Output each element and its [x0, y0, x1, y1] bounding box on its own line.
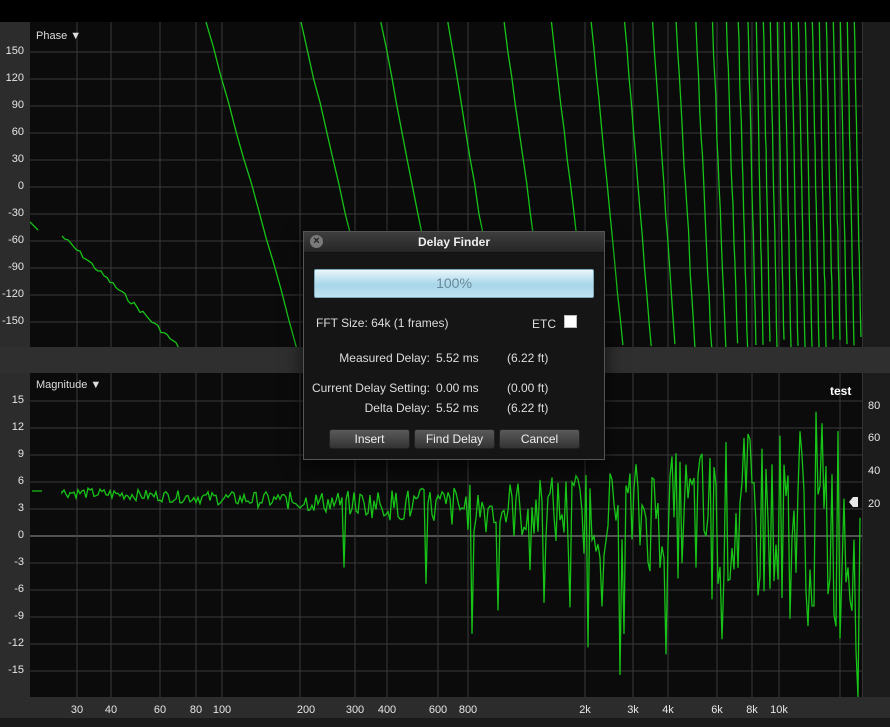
cancel-button[interactable]: Cancel	[499, 429, 580, 449]
measured-delay-label: Measured Delay:	[339, 351, 430, 365]
phase-trace	[853, 22, 862, 338]
magnitude-x-tick-6: 300	[345, 704, 365, 716]
magnitude-x-tick-2: 60	[153, 704, 167, 716]
phase-trace	[804, 22, 813, 347]
etc-label: ETC	[532, 317, 556, 331]
phase-trace	[711, 22, 727, 347]
measured-delay-ft: (6.22 ft)	[507, 351, 549, 365]
magnitude-x-tick-10: 2k	[579, 704, 591, 716]
phase-trace	[825, 22, 834, 340]
magnitude-y-tick-4: 3	[17, 502, 24, 514]
magnitude-right-tick-2: 40	[868, 465, 881, 477]
magnitude-x-tick-14: 8k	[746, 704, 758, 716]
delta-delay-label: Delta Delay:	[364, 401, 430, 415]
phase-trace	[623, 22, 652, 347]
delta-delay-ft: (6.22 ft)	[507, 401, 549, 415]
current-delay-ms: 0.00 ms	[436, 381, 479, 395]
phase-trace	[755, 22, 764, 345]
phase-y-tick-0: 150	[5, 45, 24, 57]
phase-trace	[797, 22, 806, 347]
phase-trace	[846, 22, 855, 346]
dialog-title-bar: × Delay Finder	[304, 232, 604, 253]
close-icon[interactable]: ×	[310, 235, 323, 248]
delta-delay-ms: 5.52 ms	[436, 401, 479, 415]
phase-trace	[832, 22, 841, 340]
insert-button[interactable]: Insert	[329, 429, 410, 449]
phase-trace	[811, 22, 820, 347]
magnitude-x-tick-11: 3k	[627, 704, 639, 716]
phase-trace	[205, 22, 297, 347]
magnitude-y-tick-9: -12	[8, 637, 24, 649]
phase-y-tick-9: -120	[2, 288, 25, 300]
magnitude-y-tick-2: 9	[17, 448, 24, 460]
phase-trace	[651, 22, 676, 345]
magnitude-x-tick-8: 600	[428, 704, 448, 716]
phase-y-tick-1: 120	[5, 72, 24, 84]
magnitude-x-tick-1: 40	[104, 704, 118, 716]
phase-y-tick-3: 60	[11, 126, 24, 138]
phase-y-tick-2: 90	[11, 99, 24, 111]
current-delay-ft: (0.00 ft)	[507, 381, 549, 395]
phase-trace	[818, 22, 827, 347]
phase-y-tick-6: -30	[8, 207, 24, 219]
magnitude-y-tick-10: -15	[8, 664, 24, 676]
magnitude-x-tick-9: 800	[458, 704, 478, 716]
series-tag: test	[830, 384, 852, 398]
phase-trace	[776, 22, 785, 340]
magnitude-x-tick-0: 30	[70, 704, 84, 716]
dialog-title: Delay Finder	[417, 235, 491, 249]
phase-trace	[839, 22, 848, 345]
phase-y-tick-10: -150	[2, 315, 25, 327]
magnitude-right-tick-1: 60	[868, 432, 881, 444]
phase-y-tick-7: -60	[8, 234, 24, 246]
fft-size-label: FFT Size: 64k (1 frames)	[316, 316, 449, 330]
phase-y-tick-4: 30	[11, 153, 24, 165]
magnitude-y-tick-3: 6	[17, 475, 24, 487]
phase-y-tick-5: 0	[17, 180, 24, 192]
magnitude-x-tick-3: 80	[189, 704, 203, 716]
magnitude-y-tick-1: 12	[11, 421, 24, 433]
magnitude-y-tick-8: -9	[14, 610, 24, 622]
etc-checkbox[interactable]	[564, 315, 577, 328]
phase-trace	[675, 22, 696, 347]
magnitude-right-tick-0: 80	[868, 400, 881, 412]
phase-trace	[762, 22, 771, 342]
magnitude-x-tick-12: 4k	[662, 704, 674, 716]
magnitude-y-tick-0: 15	[11, 394, 24, 406]
phase-trace	[695, 22, 713, 347]
magnitude-y-tick-5: 0	[17, 529, 24, 541]
measured-delay-ms: 5.52 ms	[436, 351, 479, 365]
level-handle-icon[interactable]	[847, 496, 859, 508]
phase-trace	[769, 22, 778, 347]
magnitude-y-tick-7: -6	[14, 583, 24, 595]
magnitude-y-tick-6: -3	[14, 556, 24, 568]
magnitude-x-tick-15: 10k	[770, 704, 788, 716]
phase-trace	[783, 22, 792, 347]
magnitude-x-tick-4: 100	[212, 704, 232, 716]
phase-trace	[737, 22, 749, 347]
phase-trace	[790, 22, 799, 346]
progress-label: 100%	[436, 275, 472, 291]
phase-right-rail	[862, 22, 890, 347]
find-delay-button[interactable]: Find Delay	[414, 429, 495, 449]
magnitude-plot-menu[interactable]: Magnitude ▼	[36, 379, 101, 391]
magnitude-x-tick-7: 400	[377, 704, 397, 716]
phase-plot-menu[interactable]: Phase ▼	[36, 30, 81, 42]
magnitude-right-scale	[862, 373, 890, 697]
window-bottom-bar	[0, 718, 890, 727]
delay-finder-dialog: × Delay Finder 100% FFT Size: 64k (1 fra…	[303, 231, 605, 460]
magnitude-x-tick-5: 200	[296, 704, 316, 716]
progress-bar: 100%	[314, 269, 594, 298]
magnitude-x-tick-13: 6k	[711, 704, 723, 716]
phase-y-tick-8: -90	[8, 261, 24, 273]
current-delay-label: Current Delay Setting:	[311, 381, 430, 395]
window-top-bar	[0, 0, 890, 22]
magnitude-right-tick-3: 20	[868, 498, 881, 510]
